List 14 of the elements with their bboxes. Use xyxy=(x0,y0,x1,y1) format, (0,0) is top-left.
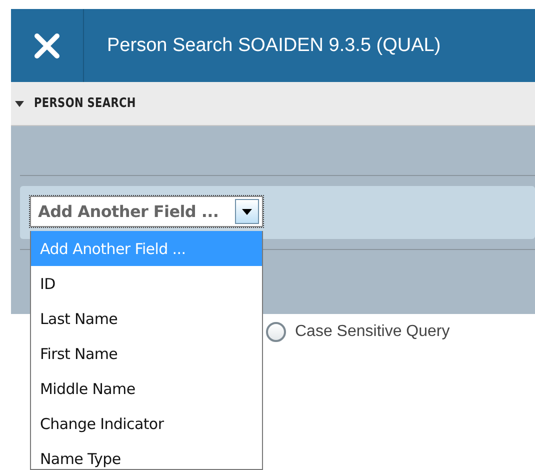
section-title: PERSON SEARCH xyxy=(34,96,136,111)
dropdown-option[interactable]: Change Indicator xyxy=(31,406,262,441)
dropdown-option[interactable]: First Name xyxy=(31,336,262,371)
window-title: Person Search SOAIDEN 9.3.5 (QUAL) xyxy=(106,34,441,56)
radio-button[interactable] xyxy=(266,322,286,342)
caret-icon[interactable] xyxy=(15,100,24,106)
dropdown-option[interactable]: Middle Name xyxy=(31,371,262,406)
radio-label: Case Sensitive Query xyxy=(295,323,450,341)
close-icon xyxy=(33,32,61,60)
field-dropdown[interactable]: Add Another Field ... xyxy=(30,196,263,227)
dropdown-option[interactable]: Name Type xyxy=(31,441,262,469)
dropdown-option[interactable]: ID xyxy=(31,266,262,301)
dropdown-arrow-icon xyxy=(242,208,252,214)
dropdown-option[interactable]: Last Name xyxy=(31,301,262,336)
